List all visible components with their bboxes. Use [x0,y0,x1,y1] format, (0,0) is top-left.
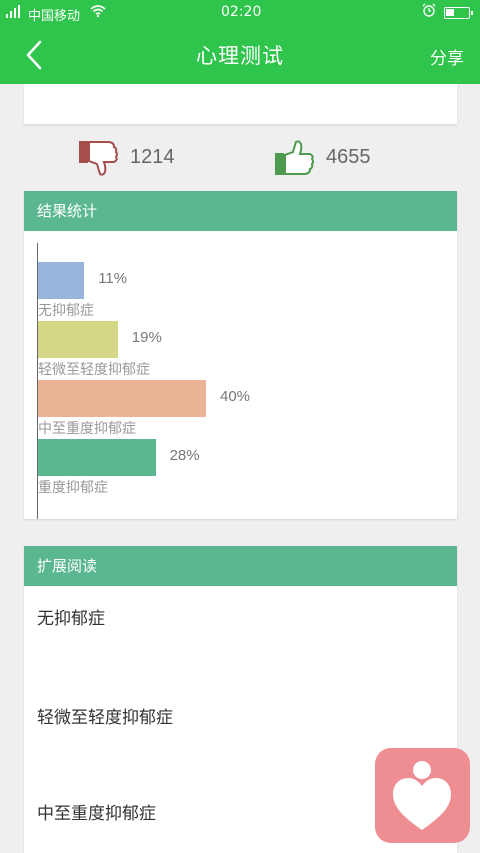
chart-category-label: 无抑郁症 [38,303,94,319]
result-bar-chart: 11% 无抑郁症 19% 轻微至轻度抑郁症 40% 中至重度抑郁症 28% 重度抑郁症 [24,231,457,519]
chart-category-label: 轻微至轻度抑郁症 [38,362,150,378]
dislike-count: 1214 [130,146,175,168]
result-stats-header: 结果统计 [24,191,457,231]
chart-category-label: 中至重度抑郁症 [38,421,136,437]
alarm-icon [422,3,436,21]
like-count: 4655 [326,146,371,168]
battery-icon [444,7,473,19]
chart-bar [38,380,206,417]
wifi-icon [90,4,106,21]
share-button[interactable]: 分享 [430,44,464,69]
thumbs-down-icon [79,141,118,176]
chart-bar [38,439,156,476]
thumbs-up-icon [275,140,314,175]
chart-category-label: 重度抑郁症 [38,480,108,496]
reading-item-mild-depression[interactable]: 轻微至轻度抑郁症 [37,703,173,728]
chart-value-label: 28% [169,447,200,464]
heart-person-icon [393,761,451,830]
result-stats-panel: 结果统计 11% 无抑郁症 19% 轻微至轻度抑郁症 40% 中至重度抑郁症 28% 重度抑郁… [24,191,457,519]
extended-reading-header: 扩展阅读 [24,546,457,586]
reading-item-moderate-severe-depression[interactable]: 中至重度抑郁症 [37,799,156,824]
signal-icon [6,5,24,23]
clock-time: 02:20 [221,4,262,20]
carrier-name: 中国移动 [28,9,81,24]
floating-app-button[interactable] [375,748,470,843]
chart-value-label: 40% [220,388,251,405]
chart-bar [38,262,85,299]
status-bar: 中国移动 02:20 [0,0,480,26]
page-title: 心理测试 [196,44,284,68]
reading-item-no-depression[interactable]: 无抑郁症 [37,604,105,629]
description-card [24,84,457,124]
chart-value-label: 11% [98,270,128,287]
chart-value-label: 19% [131,329,162,346]
nav-bar: 心理测试 分享 [0,26,480,84]
chart-bar [38,321,118,358]
